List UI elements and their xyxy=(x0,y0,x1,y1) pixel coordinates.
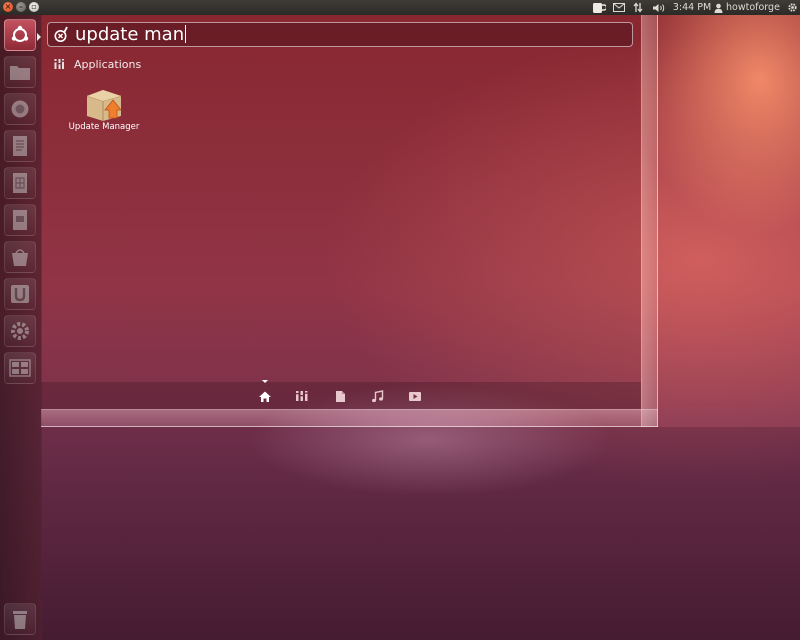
firefox-launcher[interactable] xyxy=(4,93,36,125)
active-lens-indicator xyxy=(262,380,268,383)
category-label: Applications xyxy=(74,57,142,71)
mug-icon[interactable] xyxy=(590,0,608,15)
document-icon xyxy=(13,136,27,156)
maximize-icon[interactable]: ▫ xyxy=(29,2,39,12)
music-lens[interactable] xyxy=(367,387,387,405)
user-icon xyxy=(714,3,723,13)
ubuntu-one-launcher[interactable] xyxy=(4,278,36,310)
network-icon[interactable] xyxy=(630,0,646,15)
dash-panel xyxy=(41,15,641,409)
search-icon xyxy=(52,25,72,49)
home-lens[interactable] xyxy=(255,387,275,405)
presentation-icon xyxy=(13,210,27,230)
update-manager-icon xyxy=(83,84,125,126)
file-icon xyxy=(335,390,345,402)
applications-lens[interactable] xyxy=(292,387,312,405)
workspace-icon xyxy=(9,359,31,377)
search-query: update man xyxy=(75,24,187,45)
video-lens[interactable] xyxy=(405,387,425,405)
system-settings-launcher[interactable] xyxy=(4,315,36,347)
launcher xyxy=(0,15,42,640)
text-caret xyxy=(185,25,187,43)
user-name: howtoforge xyxy=(726,2,780,13)
files-launcher[interactable] xyxy=(4,56,36,88)
applications-lens-icon xyxy=(54,59,64,69)
result-label: Update Manager xyxy=(68,122,140,132)
software-center-launcher[interactable] xyxy=(4,241,36,273)
result-update-manager[interactable]: Update Manager xyxy=(62,80,146,136)
trash-icon xyxy=(13,611,27,629)
ubuntu-logo-icon xyxy=(11,25,29,42)
category-header-applications[interactable]: Applications xyxy=(54,56,141,72)
settings-icon xyxy=(11,322,29,340)
software-center-icon xyxy=(12,249,28,266)
trash-launcher[interactable] xyxy=(4,603,36,635)
writer-launcher[interactable] xyxy=(4,130,36,162)
impress-launcher[interactable] xyxy=(4,204,36,236)
volume-icon[interactable] xyxy=(650,0,668,15)
workspace-switcher-launcher[interactable] xyxy=(4,352,36,384)
user-menu[interactable]: howtoforge xyxy=(714,0,790,15)
mail-icon[interactable] xyxy=(611,0,627,15)
dash-frame-bottom xyxy=(41,409,658,427)
desktop-shade xyxy=(41,427,800,640)
video-icon xyxy=(409,391,421,401)
spreadsheet-icon xyxy=(13,173,27,193)
music-icon xyxy=(371,389,383,402)
minimize-icon[interactable]: – xyxy=(16,2,26,12)
applications-icon xyxy=(296,391,308,401)
gear-icon[interactable] xyxy=(785,0,800,15)
files-lens[interactable] xyxy=(330,387,350,405)
firefox-icon xyxy=(11,100,29,118)
calc-launcher[interactable] xyxy=(4,167,36,199)
top-panel: × – ▫ 3:44 PM howtoforge xyxy=(0,0,800,15)
folder-icon xyxy=(10,66,30,80)
clock[interactable]: 3:44 PM xyxy=(672,0,712,15)
home-icon xyxy=(259,391,271,402)
dash-frame-right xyxy=(641,15,658,427)
dash-home-button[interactable] xyxy=(4,19,36,51)
ubuntu-one-icon xyxy=(11,285,29,303)
lens-bar xyxy=(41,382,641,409)
close-icon[interactable]: × xyxy=(3,2,13,12)
search-input[interactable]: update man xyxy=(47,22,633,47)
